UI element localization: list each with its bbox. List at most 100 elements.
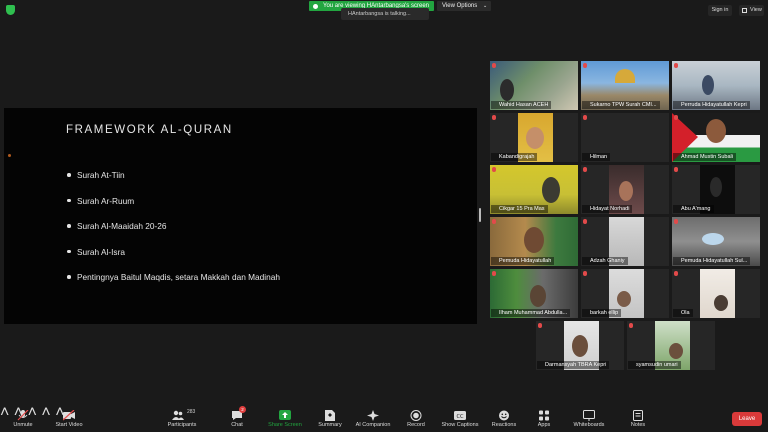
start-video-button[interactable]: Start Video	[47, 408, 91, 428]
participant-tile[interactable]: Ilham Muhammad Abdulla...	[490, 269, 578, 318]
participant-tile[interactable]: Darmansyah TBRA Kepri	[536, 321, 624, 370]
participant-tile[interactable]: Ahmad Mustin Subali	[672, 113, 760, 162]
share-screen-button[interactable]: Share Screen	[263, 408, 307, 428]
mic-off-icon	[674, 114, 678, 120]
participant-tile[interactable]: barkah ellip	[581, 269, 669, 318]
participants-icon: 283	[172, 408, 195, 420]
view-button[interactable]: View	[739, 5, 764, 16]
start-video-label: Start Video	[55, 422, 83, 428]
mic-off-icon	[674, 62, 678, 68]
participant-tile[interactable]: Ola	[672, 269, 760, 318]
unmute-label: Unmute	[13, 422, 33, 428]
mic-off-icon	[492, 62, 496, 68]
mic-off-icon	[583, 166, 587, 172]
participant-tile[interactable]: syamsudin umari	[627, 321, 715, 370]
reactions-button[interactable]: Reactions	[482, 408, 526, 428]
participant-tile[interactable]: Kabandigrajah	[490, 113, 578, 162]
unmute-button[interactable]: Unmute	[1, 408, 45, 428]
chat-badge: 2	[239, 406, 246, 413]
participant-name: Darmansyah TBRA Kepri	[537, 361, 610, 369]
share-screen-label: Share Screen	[268, 422, 302, 428]
apps-label: Apps	[537, 422, 551, 428]
mic-off-icon	[674, 218, 678, 224]
mic-off-icon	[583, 114, 587, 120]
participant-name: Sukarno TPW Surah CMI...	[582, 101, 660, 109]
person-figure	[530, 285, 546, 307]
participant-name: barkah ellip	[582, 309, 622, 317]
talking-indicator: HAntarbangsa is talking...	[341, 8, 429, 20]
ai-companion-button[interactable]: AI Companion	[351, 408, 395, 428]
whiteboards-button[interactable]: Whiteboards	[567, 408, 611, 428]
participant-tile[interactable]: Cikgar 15 Pra Mas	[490, 165, 578, 214]
participants-button[interactable]: 283 Participants	[160, 408, 204, 428]
chat-button[interactable]: 2 Chat	[215, 406, 259, 428]
apps-icon	[538, 408, 550, 421]
person-figure	[669, 343, 683, 359]
reactions-icon	[498, 408, 510, 421]
participant-name: Abu A'mang	[673, 205, 714, 213]
participant-name: Ola	[673, 309, 693, 317]
person-figure	[714, 295, 728, 311]
apps-button[interactable]: Apps	[522, 408, 566, 428]
sign-in-button[interactable]: Sign in	[708, 5, 732, 16]
avatar-figure	[706, 119, 726, 143]
status-dot-icon	[313, 3, 318, 9]
ai-companion-icon	[367, 408, 379, 421]
participant-tile[interactable]: Pemuda Hidayatullah	[490, 217, 578, 266]
mic-off-icon	[583, 270, 587, 276]
mic-off-icon	[492, 166, 496, 172]
participant-name: Adzah Ghaniy	[582, 257, 628, 265]
participant-tile[interactable]: Hilman	[581, 113, 669, 162]
svg-text:CC: CC	[457, 414, 464, 420]
view-options-label: View Options	[442, 3, 478, 9]
person-figure	[702, 233, 724, 245]
person-figure	[572, 335, 588, 357]
notes-label: Notes	[630, 422, 646, 428]
slide-title: FRAMEWORK AL-QURAN	[66, 124, 233, 136]
grid-icon	[742, 8, 747, 13]
participant-tile[interactable]: Hidayat Norhadi	[581, 165, 669, 214]
record-icon	[410, 408, 422, 421]
record-button[interactable]: Record	[394, 408, 438, 428]
shared-screen[interactable]: FRAMEWORK AL-QURAN Surah At-Tiin Surah A…	[4, 108, 477, 324]
participant-name: Cikgar 15 Pra Mas	[491, 205, 548, 213]
share-screen-icon	[279, 408, 291, 420]
chat-icon: 2	[231, 406, 246, 420]
participant-name: Pemuda Hidayatullah Sul...	[673, 257, 751, 265]
reactions-label: Reactions	[491, 422, 517, 428]
shield-icon[interactable]	[6, 5, 15, 15]
person-figure	[617, 291, 631, 307]
notes-button[interactable]: Notes	[616, 408, 660, 428]
view-label: View	[750, 7, 762, 13]
participant-tile[interactable]: Pemuda Hidayatullah Sul...	[672, 217, 760, 266]
participant-tile[interactable]: Adzah Ghaniy	[581, 217, 669, 266]
show-captions-button[interactable]: CC Show Captions	[438, 408, 482, 428]
participant-tile[interactable]: Abu A'mang	[672, 165, 760, 214]
whiteboards-label: Whiteboards	[573, 422, 605, 428]
meeting-toolbar: Unmute ˄ Start Video ˄ 283 Participants …	[0, 404, 768, 432]
participant-name: Hilman	[582, 153, 611, 161]
slide-bullet-list: Surah At-Tiin Surah Ar-Ruum Surah Al-Maa…	[66, 169, 280, 297]
person-figure	[500, 79, 514, 101]
whiteboards-icon	[583, 408, 595, 421]
participant-tile[interactable]: Sukarno TPW Surah CMI...	[581, 61, 669, 110]
notes-icon	[632, 408, 644, 421]
dome-image	[615, 69, 635, 83]
view-options-button[interactable]: View Options ⌄	[437, 1, 492, 11]
slide-bullet: Surah At-Tiin	[66, 169, 280, 195]
chat-label: Chat	[231, 422, 243, 428]
mic-off-icon	[492, 270, 496, 276]
participant-tile[interactable]: Perruda Hidayatullah Kepri	[672, 61, 760, 110]
panel-resize-handle[interactable]	[479, 208, 481, 222]
summary-icon	[324, 408, 336, 421]
leave-button[interactable]: Leave	[732, 412, 762, 426]
summary-label: Summary	[318, 422, 342, 428]
mic-off-icon	[674, 166, 678, 172]
participant-name: Ahmad Mustin Subali	[673, 153, 736, 161]
participant-tile[interactable]: Wahid Hasan ACEH	[490, 61, 578, 110]
participants-label: Participants	[167, 422, 197, 428]
mic-off-icon	[629, 322, 633, 328]
summary-button[interactable]: Summary	[308, 408, 352, 428]
participant-name: Wahid Hasan ACEH	[491, 101, 552, 109]
captions-icon: CC	[454, 408, 466, 420]
